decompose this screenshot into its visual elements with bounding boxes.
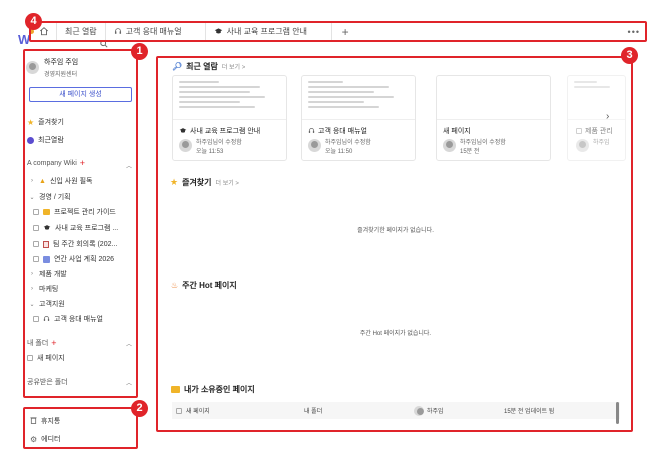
annotation-box-1 (23, 49, 138, 398)
annotation-box-3 (156, 56, 633, 432)
annotation-badge-2: 2 (131, 400, 148, 417)
annotation-badge-1: 1 (131, 43, 148, 60)
annotation-box-4 (29, 21, 647, 42)
annotation-badge-3: 3 (621, 47, 638, 64)
annotation-badge-4: 4 (25, 13, 42, 30)
annotation-box-2 (23, 407, 138, 449)
